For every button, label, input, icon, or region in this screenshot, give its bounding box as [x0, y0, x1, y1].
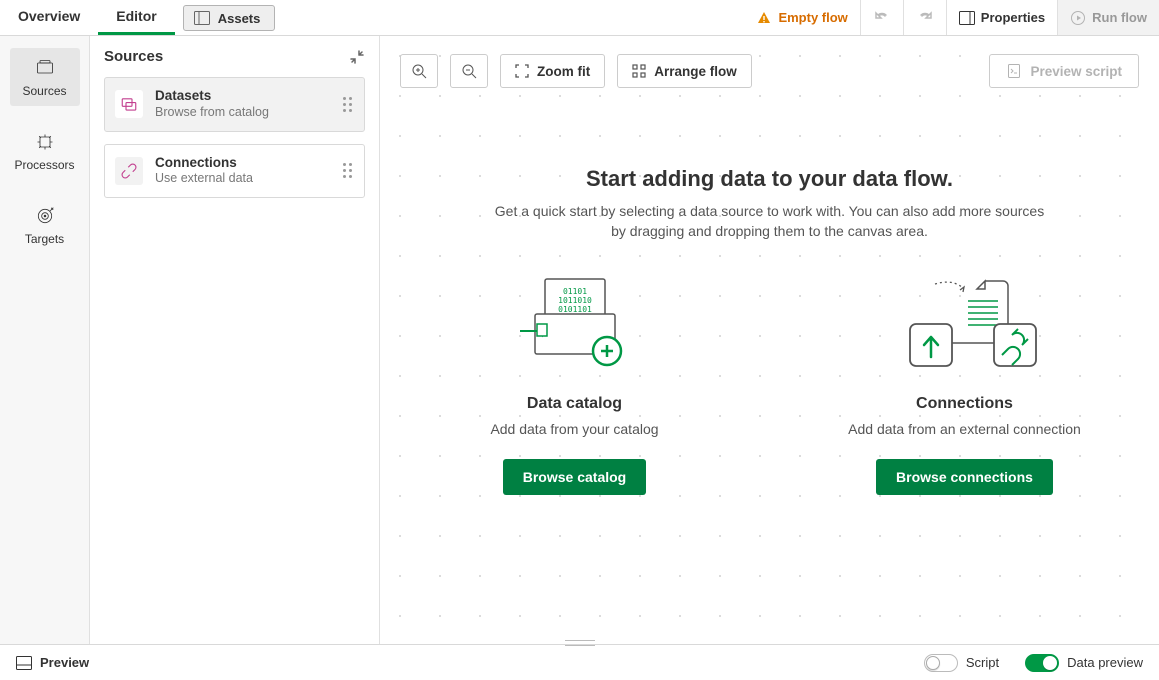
- empty-flow-label: Empty flow: [778, 10, 847, 25]
- arrange-flow-label: Arrange flow: [654, 64, 737, 79]
- main-tabs: Overview Editor Assets: [0, 0, 283, 35]
- source-title: Connections: [155, 155, 329, 172]
- preview-panel-toggle[interactable]: Preview: [16, 655, 89, 670]
- zoom-out-button[interactable]: [450, 54, 488, 88]
- zoom-in-button[interactable]: [400, 54, 438, 88]
- warning-icon: [756, 10, 772, 26]
- collapse-panel-button[interactable]: [349, 49, 365, 65]
- canvas-placeholder: Start adding data to your data flow. Get…: [380, 166, 1159, 495]
- svg-text:1011010: 1011010: [558, 296, 592, 305]
- panel-icon: [16, 656, 32, 670]
- assets-label: Assets: [218, 11, 261, 26]
- zoom-out-icon: [461, 63, 477, 79]
- option-connections: Connections Add data from an external co…: [835, 269, 1095, 495]
- properties-button[interactable]: Properties: [946, 0, 1057, 35]
- zoom-fit-icon: [515, 64, 529, 78]
- rail-label: Processors: [14, 158, 74, 172]
- play-icon: [1070, 10, 1086, 26]
- undo-icon: [873, 9, 891, 27]
- sources-icon: [14, 58, 76, 78]
- rail: Sources Processors Targets: [0, 36, 90, 644]
- rail-label: Sources: [22, 84, 66, 98]
- empty-flow-status: Empty flow: [744, 0, 859, 35]
- rail-sources[interactable]: Sources: [10, 48, 80, 106]
- connections-illustration: [890, 269, 1040, 379]
- redo-button[interactable]: [903, 0, 946, 35]
- rail-label: Targets: [25, 232, 64, 246]
- panel-header: Sources: [90, 36, 379, 77]
- top-bar: Overview Editor Assets Empty flow: [0, 0, 1159, 36]
- data-catalog-illustration: 01101 1011010 0101101: [515, 269, 635, 379]
- source-title: Datasets: [155, 88, 329, 105]
- panel-icon: [194, 11, 210, 25]
- arrange-icon: [632, 64, 646, 78]
- zoom-fit-label: Zoom fit: [537, 64, 590, 79]
- tab-label: Overview: [18, 8, 80, 24]
- preview-label: Preview: [40, 655, 89, 670]
- connection-icon: [115, 157, 143, 185]
- resize-handle[interactable]: [565, 640, 595, 646]
- run-flow-label: Run flow: [1092, 10, 1147, 25]
- panel-body: Datasets Browse from catalog Connections…: [90, 77, 379, 198]
- properties-label: Properties: [981, 10, 1045, 25]
- tab-editor[interactable]: Editor: [98, 0, 174, 35]
- svg-text:0101101: 0101101: [558, 305, 592, 314]
- preview-script-button[interactable]: Preview script: [989, 54, 1139, 88]
- placeholder-subtitle: Get a quick start by selecting a data so…: [490, 202, 1050, 241]
- option-data-catalog: 01101 1011010 0101101 Data catalog Add d…: [445, 269, 705, 495]
- panel-icon: [959, 11, 975, 25]
- option-title: Connections: [916, 395, 1013, 413]
- bottom-bar: Preview Script Data preview: [0, 644, 1159, 680]
- dataset-icon: [115, 90, 143, 118]
- source-subtitle: Use external data: [155, 171, 329, 187]
- data-preview-switch[interactable]: [1025, 654, 1059, 672]
- option-title: Data catalog: [527, 395, 622, 413]
- rail-processors[interactable]: Processors: [10, 122, 80, 180]
- preview-script-label: Preview script: [1030, 64, 1122, 79]
- drag-handle-icon[interactable]: [341, 95, 354, 114]
- source-item-connections[interactable]: Connections Use external data: [104, 144, 365, 199]
- rail-targets[interactable]: Targets: [10, 196, 80, 254]
- body: Sources Processors Targets Sources: [0, 36, 1159, 644]
- assets-button[interactable]: Assets: [183, 5, 276, 31]
- targets-icon: [14, 206, 76, 226]
- script-toggle-label: Script: [966, 655, 999, 670]
- drag-handle-icon[interactable]: [341, 161, 354, 180]
- panel-title: Sources: [104, 48, 163, 65]
- tab-label: Editor: [116, 8, 156, 24]
- data-preview-toggle: Data preview: [1025, 654, 1143, 672]
- run-flow-button[interactable]: Run flow: [1057, 0, 1159, 35]
- script-switch[interactable]: [924, 654, 958, 672]
- flow-canvas[interactable]: Zoom fit Arrange flow Preview script Sta…: [380, 36, 1159, 644]
- data-preview-toggle-label: Data preview: [1067, 655, 1143, 670]
- browse-catalog-button[interactable]: Browse catalog: [503, 459, 646, 495]
- source-subtitle: Browse from catalog: [155, 105, 329, 121]
- arrange-flow-button[interactable]: Arrange flow: [617, 54, 752, 88]
- zoom-in-icon: [411, 63, 427, 79]
- redo-icon: [916, 9, 934, 27]
- script-icon: [1006, 63, 1022, 79]
- tab-overview[interactable]: Overview: [0, 0, 98, 35]
- processors-icon: [14, 132, 76, 152]
- source-item-datasets[interactable]: Datasets Browse from catalog: [104, 77, 365, 132]
- script-toggle: Script: [924, 654, 999, 672]
- option-subtitle: Add data from an external connection: [848, 421, 1081, 437]
- svg-text:01101: 01101: [562, 287, 586, 296]
- undo-button[interactable]: [860, 0, 903, 35]
- placeholder-title: Start adding data to your data flow.: [420, 166, 1119, 192]
- top-right: Empty flow Properties Run flow: [744, 0, 1159, 35]
- canvas-toolbar: Zoom fit Arrange flow: [400, 54, 752, 88]
- browse-connections-button[interactable]: Browse connections: [876, 459, 1053, 495]
- sources-panel: Sources Datasets Browse from catalog: [90, 36, 380, 644]
- zoom-fit-button[interactable]: Zoom fit: [500, 54, 605, 88]
- option-subtitle: Add data from your catalog: [490, 421, 658, 437]
